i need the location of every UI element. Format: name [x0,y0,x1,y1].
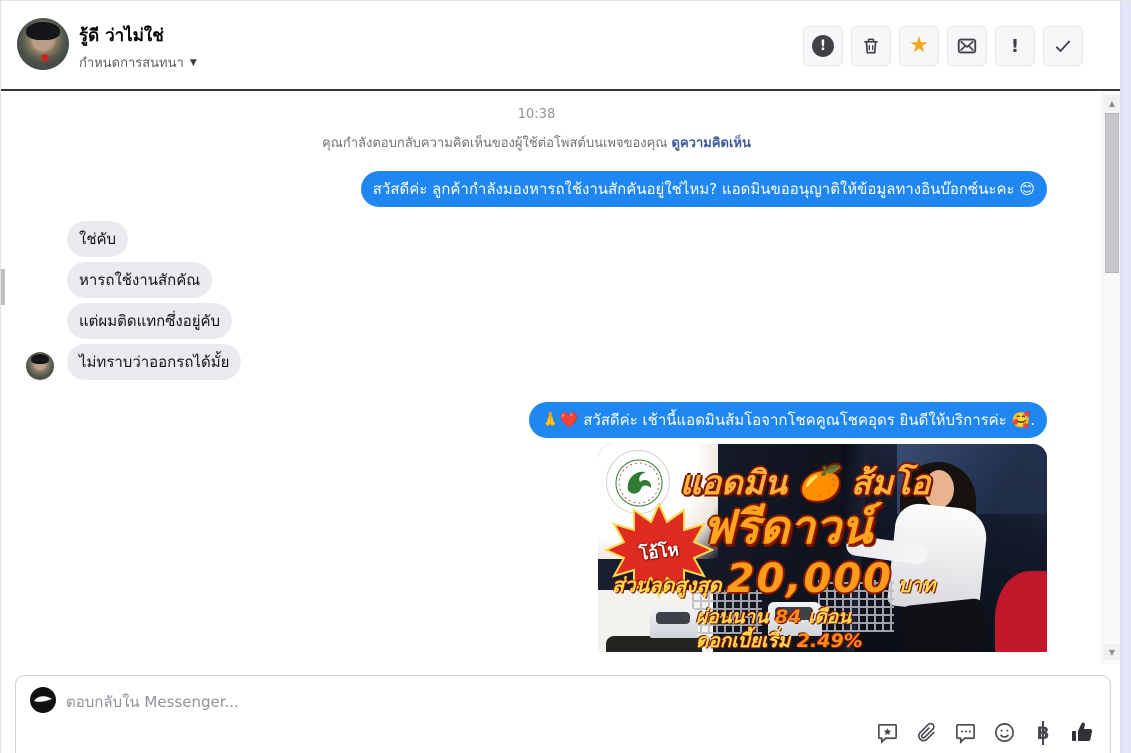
paperclip-icon [915,721,938,748]
interest-prefix: ดอกเบี้ยเริ่ม [696,630,791,652]
promo-discount-line: ส่วนลดสูงสุด 20,000 บาท [612,556,935,602]
term-value: 84 [774,606,802,628]
system-message: คุณกำลังตอบกลับความคิดเห็นของผู้ใช้ต่อโพ… [26,132,1047,153]
mark-important-button[interactable]: ! [995,26,1035,66]
incoming-message-bubble[interactable]: ใช่คับ [67,221,129,257]
report-button[interactable]: ! [803,26,843,66]
promo-image-attachment[interactable]: แอดมิน 🍊 ส้มโอ โอ้โห ฟรีดาวน์ ส่วนลดสูงส… [598,444,1047,652]
scrollbar-thumb[interactable] [1105,113,1119,273]
message-thread[interactable]: 10:38 คุณกำลังตอบกลับความคิดเห็นของผู้ใช… [1,93,1104,666]
discount-value: 20,000 [726,556,893,602]
incoming-message-bubble[interactable]: ไม่ทราบว่าออกรถได้มั้ย [67,344,242,380]
reply-input-container[interactable]: ตอบกลับใน Messenger... [15,675,1111,753]
comment-ellipsis-icon [954,721,977,748]
message-row: สวัสดีค่ะ ลูกค้ากำลังมองหารถใช้งานสักคัน… [26,171,1047,207]
contact-avatar[interactable] [17,18,69,70]
promo-interest-line: ดอกเบี้ยเริ่ม 2.49% [696,626,863,652]
trash-icon [861,36,881,56]
scroll-down-arrow[interactable]: ▼ [1104,644,1120,660]
conversation-toolbar: ! ★ ! [803,26,1083,66]
circle-exclamation-icon: ! [812,35,834,57]
presenter-pants [899,597,989,652]
chat-scrollbar[interactable]: ▲ ▼ [1102,93,1120,664]
system-message-text: คุณกำลังตอบกลับความคิดเห็นของผู้ใช้ต่อโพ… [322,136,668,151]
payment-button[interactable]: B [1031,721,1055,746]
page-avatar [30,687,56,713]
timestamp: 10:38 [517,107,556,122]
exclamation-icon: ! [1010,35,1020,57]
discount-label: ส่วนลดสูงสุด [612,573,722,597]
scroll-up-arrow[interactable]: ▲ [1104,95,1120,111]
star-button[interactable]: ★ [899,26,939,66]
message-row: ไม่ทราบว่าออกรถได้มั้ย [26,344,1047,380]
envelope-x-icon [956,35,978,57]
comment-button[interactable] [953,722,977,746]
delete-button[interactable] [851,26,891,66]
emoji-smiley-icon [993,721,1016,748]
avatar-slot [26,352,54,380]
mark-done-button[interactable] [1043,26,1083,66]
schedule-label: กำหนดการสนทนา [79,56,184,71]
red-seat [995,571,1047,652]
message-row: ใช่คับ [26,221,1047,257]
mark-unread-button[interactable] [947,26,987,66]
saved-replies-button[interactable] [875,722,899,746]
conversation-schedule-dropdown[interactable]: กำหนดการสนทนา ▼ [79,52,197,73]
message-row: หารถใช้งานสักคัณ [26,262,1047,298]
outgoing-message-bubble[interactable]: สวัสดีค่ะ ลูกค้ากำลังมองหารถใช้งานสักคัน… [360,171,1047,207]
left-scroll-indicator [1,269,5,305]
messenger-inbox-window: รู้ดี ว่าไม่ใช่ กำหนดการสนทนา ▼ ! ★ ! 10… [0,0,1131,753]
star-icon: ★ [909,33,929,58]
message-row: แต่ผมติดแทกซึ่งอยู่คับ [26,303,1047,339]
saved-replies-icon [876,721,899,748]
composer-area: ตอบกลับใน Messenger... [1,666,1121,753]
like-button[interactable] [1070,722,1094,746]
composer-actions: B [875,721,1094,746]
conversation-header: รู้ดี ว่าไม่ใช่ กำหนดการสนทนา ▼ ! ★ ! [1,1,1121,91]
reply-input[interactable]: ตอบกลับใน Messenger... [66,690,239,714]
emoji-button[interactable] [992,722,1016,746]
attach-file-button[interactable] [914,722,938,746]
interest-value: 2.49% [796,630,863,652]
term-suffix: เดือน [807,606,852,628]
window-edge-strip [1120,1,1131,753]
view-comment-link[interactable]: ดูความคิดเห็น [672,136,751,151]
incoming-message-bubble[interactable]: หารถใช้งานสักคัณ [67,262,213,298]
outgoing-message-bubble[interactable]: 🙏❤️ สวัสดีค่ะ เช้านี้แอดมินส้มโอจากโชคคู… [529,402,1047,438]
term-prefix: ผ่อนนาน [696,606,769,628]
message-row: 🙏❤️ สวัสดีค่ะ เช้านี้แอดมินส้มโอจากโชคคู… [26,402,1047,438]
baht-icon: B [1036,721,1050,745]
contact-mini-avatar[interactable] [26,352,54,380]
discount-unit: บาท [898,573,936,597]
message-row: แอดมิน 🍊 ส้มโอ โอ้โห ฟรีดาวน์ ส่วนลดสูงส… [26,444,1047,652]
check-icon [1053,36,1073,56]
contact-name: รู้ดี ว่าไม่ใช่ [79,26,164,46]
thumbs-up-icon [1070,720,1094,748]
chevron-down-icon: ▼ [189,57,197,68]
incoming-message-bubble[interactable]: แต่ผมติดแทกซึ่งอยู่คับ [67,303,233,339]
promo-headline: ฟรีดาวน์ [702,500,873,554]
